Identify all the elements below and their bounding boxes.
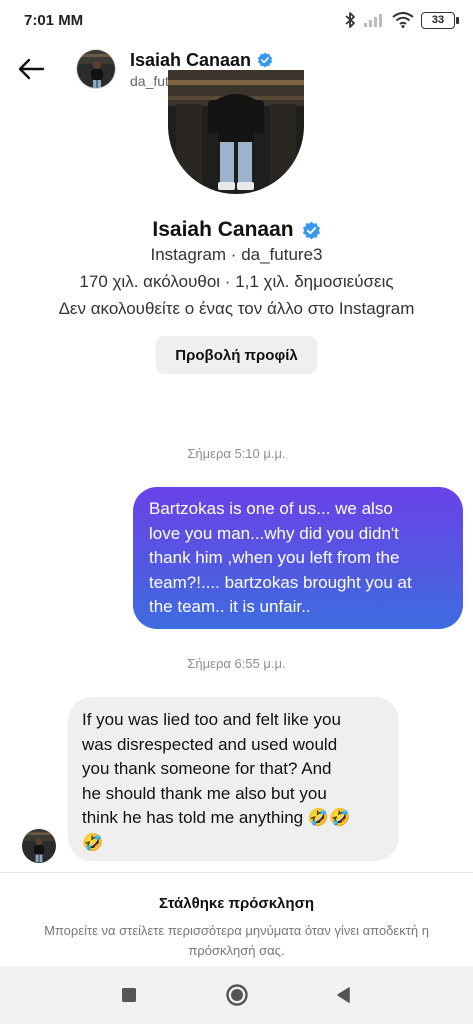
footer-description: Μπορείτε να στείλετε περισσότερα μηνύματ… xyxy=(44,923,429,958)
bluetooth-icon xyxy=(345,12,355,28)
footer-title: Στάλθηκε πρόσκληση xyxy=(159,895,314,912)
signal-icon xyxy=(364,14,382,27)
view-profile-button[interactable]: Προβολή προφίλ xyxy=(156,336,317,374)
header-avatar[interactable] xyxy=(76,49,116,89)
profile-photo xyxy=(168,70,304,194)
message-line: the team.. it is unfair.. xyxy=(149,597,311,616)
message-line: you thank someone for that? And xyxy=(82,759,332,778)
profile-name-row: Isaiah Canaan xyxy=(0,218,473,242)
profile-follow-line: Δεν ακολουθείτε ο ένας τον άλλο στο Inst… xyxy=(58,299,415,318)
message-line: he should thank me also but you xyxy=(82,783,327,803)
avatar-image xyxy=(77,50,115,88)
message-line: 🤣 xyxy=(82,832,104,852)
nav-back-button[interactable] xyxy=(331,983,355,1007)
incoming-message-bubble[interactable]: If you was lied too and felt like you wa… xyxy=(68,697,399,861)
profile-source-line: Instagram · da_future3 xyxy=(150,245,323,264)
sender-avatar[interactable] xyxy=(22,829,56,863)
back-button[interactable] xyxy=(0,40,62,98)
profile-stats-line: 170 χιλ. ακόλουθοι · 1,1 χιλ. δημοσιεύσε… xyxy=(79,272,394,291)
profile-name: Isaiah Canaan xyxy=(152,218,294,241)
verified-badge-icon xyxy=(302,221,320,239)
message-line: love you man...why did you didn't xyxy=(149,523,399,543)
message-line: was disrespected and used would xyxy=(82,734,338,754)
invite-sent-footer: Στάλθηκε πρόσκληση Μπορείτε να στείλετε … xyxy=(0,872,473,966)
message-line: thank him ,when you left from the xyxy=(149,548,400,567)
recents-button[interactable] xyxy=(117,983,141,1007)
status-icons: 33 xyxy=(344,11,459,29)
back-triangle-icon xyxy=(337,987,350,1003)
battery-level: 33 xyxy=(431,14,445,26)
battery-icon: 33 xyxy=(421,11,459,29)
message-timestamp: Σήμερα 6:55 μ.μ. xyxy=(187,656,286,671)
message-line: If you was lied too and felt like you xyxy=(82,710,341,729)
back-arrow-icon xyxy=(18,58,45,80)
message-line: Bartzokas is one of us... we also xyxy=(149,499,393,518)
message-line: think he has told me anything 🤣🤣 xyxy=(82,808,351,827)
outgoing-message-bubble[interactable]: Bartzokas is one of us... we also love y… xyxy=(133,487,463,629)
header-name: Isaiah Canaan xyxy=(130,49,252,70)
message-line: team?!.... bartzokas brought you at xyxy=(149,572,412,592)
profile-picture[interactable] xyxy=(168,70,304,194)
wifi-icon xyxy=(392,12,414,28)
verified-badge-icon xyxy=(257,52,273,68)
header-name-row: Isaiah Canaan xyxy=(130,50,273,71)
status-time: 7:01 MM xyxy=(24,11,84,29)
status-bar: 7:01 MM 33 xyxy=(0,0,473,40)
home-circle-icon xyxy=(226,984,248,1006)
message-timestamp: Σήμερα 5:10 μ.μ. xyxy=(187,446,286,461)
avatar-image xyxy=(22,829,56,863)
system-nav-bar xyxy=(0,966,473,1024)
home-button[interactable] xyxy=(225,983,249,1007)
stop-square-icon xyxy=(122,988,136,1002)
